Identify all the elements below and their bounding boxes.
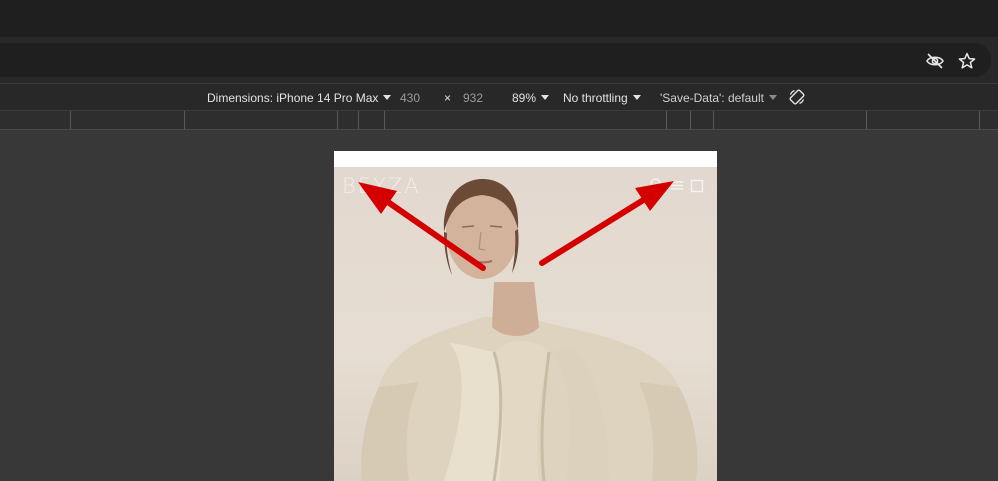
bag-icon[interactable] — [689, 177, 705, 193]
ruler-tick — [384, 111, 385, 129]
ruler-tick — [866, 111, 867, 129]
chevron-down-icon — [632, 95, 641, 100]
search-icon[interactable] — [649, 177, 665, 193]
star-icon[interactable] — [957, 51, 977, 71]
model-photo — [361, 179, 698, 481]
ruler-tick — [358, 111, 359, 129]
save-data-label: 'Save-Data': default — [660, 91, 764, 105]
ruler-tick — [713, 111, 714, 129]
height-input[interactable]: 932 — [463, 91, 483, 105]
ruler-tick — [184, 111, 185, 129]
ruler-tick — [337, 111, 338, 129]
width-input[interactable]: 430 — [400, 91, 420, 105]
menu-icon[interactable] — [669, 177, 685, 193]
brand-logo[interactable]: BEYZA — [342, 174, 421, 198]
browser-tab-strip — [0, 0, 998, 37]
ruler-tick — [666, 111, 667, 129]
hero-image: BEYZA — [334, 167, 717, 481]
eye-off-icon[interactable] — [925, 51, 945, 71]
ruler-tick — [70, 111, 71, 129]
chevron-down-icon — [768, 95, 777, 100]
zoom-dropdown[interactable]: 89% — [512, 91, 550, 105]
times-separator: × — [444, 91, 452, 105]
rotate-icon[interactable] — [788, 88, 806, 109]
chevron-down-icon — [541, 95, 550, 100]
header-nav-icons — [649, 177, 709, 193]
dimensions-dropdown[interactable]: Dimensions: iPhone 14 Pro Max — [207, 91, 392, 105]
zoom-label: 89% — [512, 91, 537, 105]
ruler-tick — [979, 111, 980, 129]
throttling-dropdown[interactable]: No throttling — [563, 91, 641, 105]
throttling-label: No throttling — [563, 91, 628, 105]
address-bar[interactable] — [0, 43, 991, 77]
dimensions-label: Dimensions: iPhone 14 Pro Max — [207, 91, 379, 105]
ruler-tick — [690, 111, 691, 129]
save-data-dropdown[interactable]: 'Save-Data': default — [660, 91, 777, 105]
browser-address-row — [0, 37, 998, 83]
device-screen: BEYZA — [334, 151, 717, 481]
media-query-ruler[interactable] — [0, 111, 998, 130]
device-toolbar: Dimensions: iPhone 14 Pro Max 430 × 932 … — [0, 83, 998, 111]
chevron-down-icon — [383, 95, 392, 100]
